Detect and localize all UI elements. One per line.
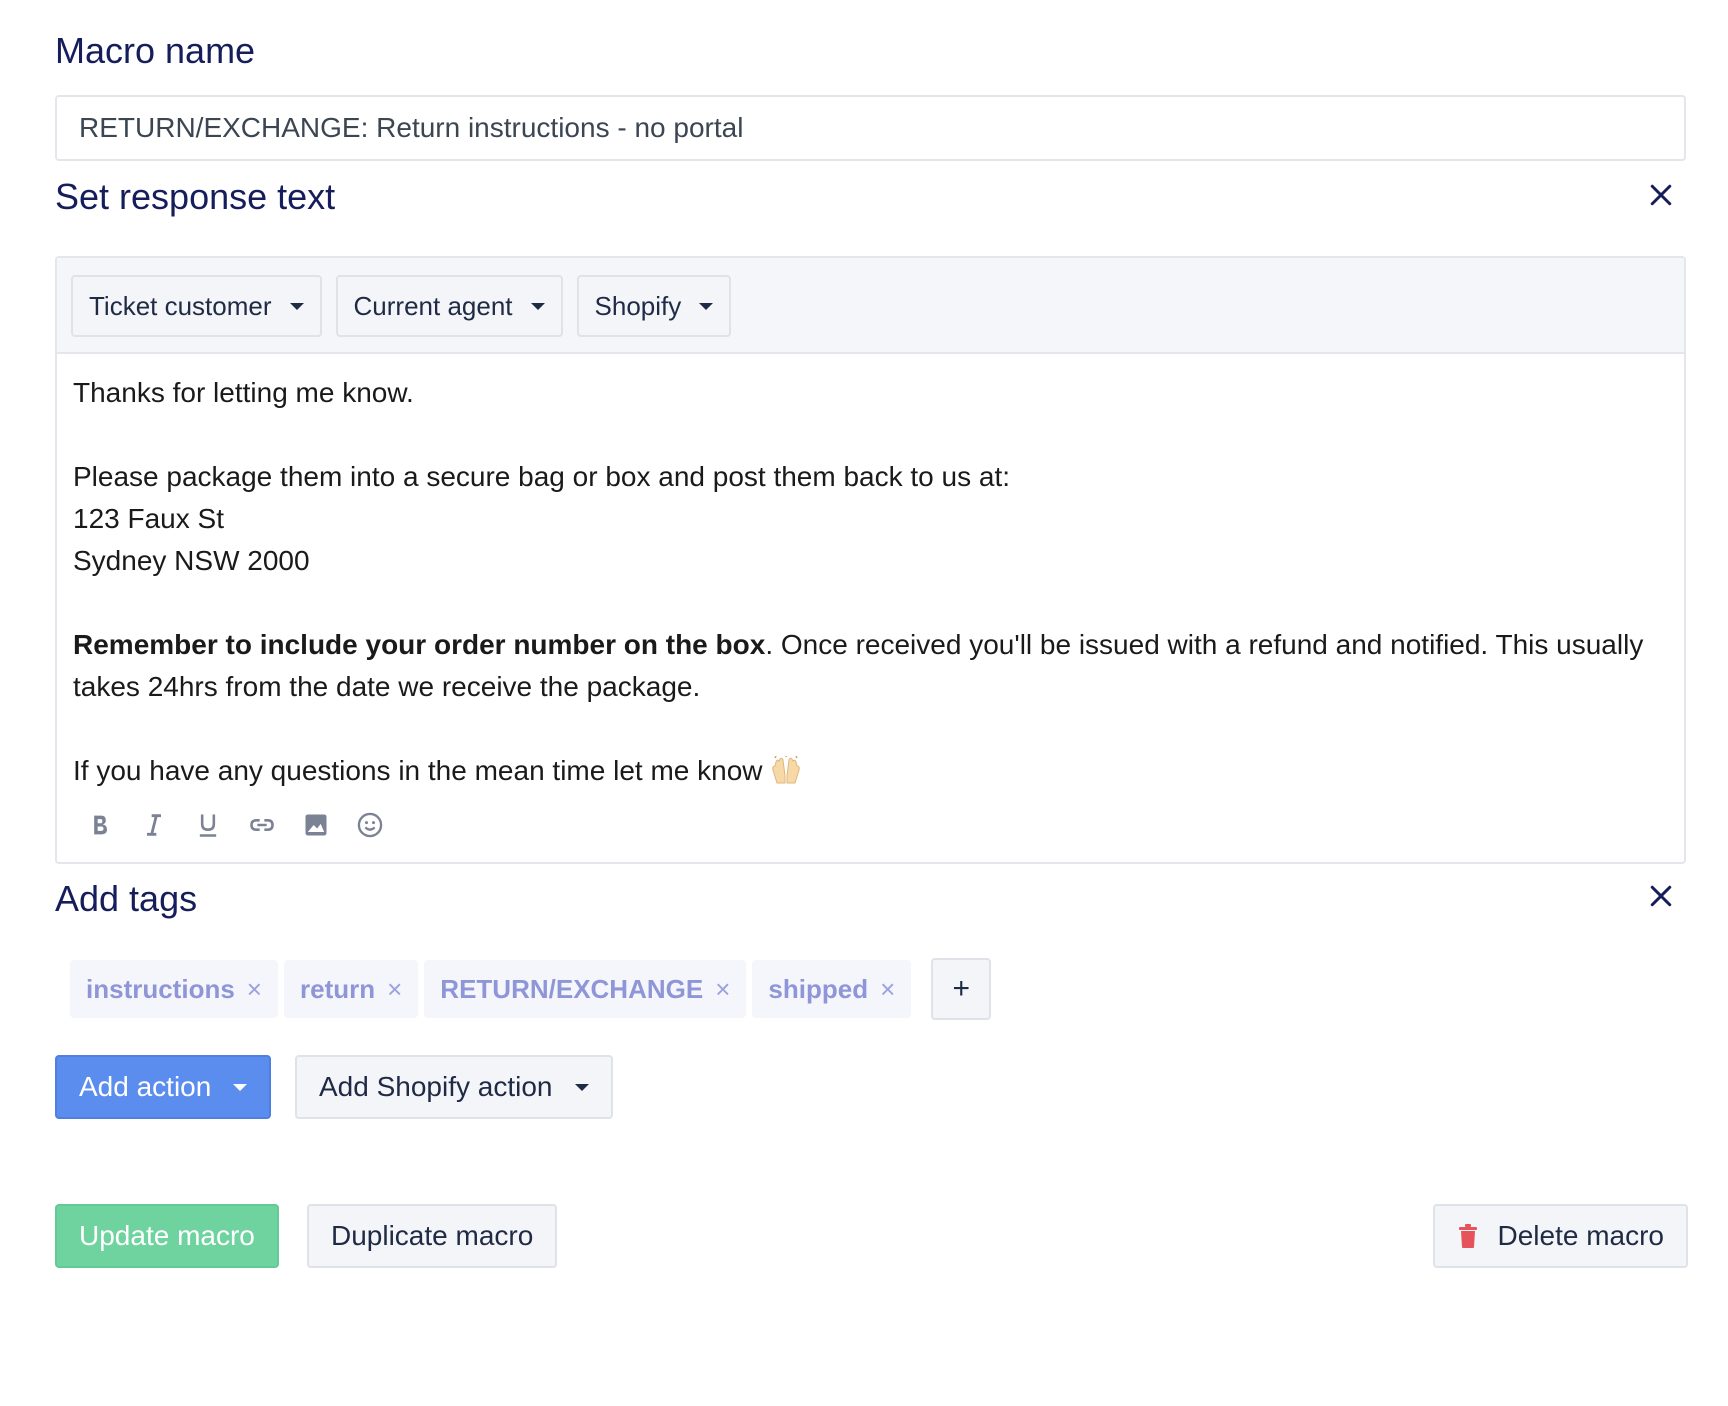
add-tags-label: Add tags bbox=[55, 878, 198, 919]
chevron-down-icon bbox=[289, 302, 304, 310]
shopify-label: Shopify bbox=[594, 290, 682, 321]
tag-list: instructions × return × RETURN/EXCHANGE … bbox=[70, 958, 992, 1020]
body-paragraph: Remember to include your order number on… bbox=[73, 624, 1668, 708]
italic-icon[interactable] bbox=[139, 810, 169, 840]
tag-chip: return × bbox=[283, 960, 419, 1018]
delete-macro-label: Delete macro bbox=[1497, 1220, 1664, 1251]
tag-label: RETURN/EXCHANGE bbox=[440, 973, 704, 1004]
tag-label: return bbox=[299, 973, 376, 1004]
add-tag-button[interactable]: + bbox=[931, 958, 992, 1020]
bold-icon[interactable] bbox=[85, 810, 115, 840]
macro-name-input[interactable] bbox=[55, 95, 1686, 161]
add-action-button[interactable]: Add action bbox=[55, 1055, 272, 1119]
current-agent-dropdown[interactable]: Current agent bbox=[335, 275, 563, 337]
tag-chip: RETURN/EXCHANGE × bbox=[424, 960, 747, 1018]
chevron-down-icon bbox=[574, 1083, 589, 1091]
chevron-down-icon bbox=[530, 302, 545, 310]
tag-chip: instructions × bbox=[70, 960, 278, 1018]
tag-label: instructions bbox=[86, 973, 235, 1004]
response-text-label: Set response text bbox=[55, 176, 336, 217]
body-line: Please package them into a secure bag or… bbox=[73, 461, 1011, 492]
tag-label: shipped bbox=[768, 973, 869, 1004]
body-line: 123 Faux St bbox=[73, 503, 224, 534]
macro-editor: Macro name Set response text Ticket cust… bbox=[0, 0, 1728, 1406]
close-response-icon[interactable] bbox=[1646, 180, 1676, 210]
remove-tag-icon[interactable]: × bbox=[247, 974, 262, 1005]
current-agent-label: Current agent bbox=[353, 290, 513, 321]
trash-icon bbox=[1459, 1224, 1478, 1248]
delete-macro-button[interactable]: Delete macro bbox=[1433, 1204, 1688, 1268]
body-line: Sydney NSW 2000 bbox=[73, 545, 310, 576]
format-toolbar bbox=[85, 810, 385, 840]
ticket-customer-dropdown[interactable]: Ticket customer bbox=[71, 275, 322, 337]
add-shopify-action-label: Add Shopify action bbox=[319, 1071, 553, 1102]
response-text-area[interactable]: Thanks for letting me know. Please packa… bbox=[57, 354, 1684, 792]
remove-tag-icon[interactable]: × bbox=[880, 974, 895, 1005]
add-shopify-action-button[interactable]: Add Shopify action bbox=[295, 1055, 613, 1119]
add-action-label: Add action bbox=[79, 1071, 212, 1102]
response-editor: Ticket customer Current agent Shopify Th… bbox=[55, 256, 1686, 864]
remove-tag-icon[interactable]: × bbox=[715, 974, 730, 1005]
macro-name-label: Macro name bbox=[55, 30, 256, 71]
close-tags-icon[interactable] bbox=[1646, 881, 1676, 911]
link-icon[interactable] bbox=[247, 810, 277, 840]
body-closing-line: If you have any questions in the mean ti… bbox=[73, 750, 1668, 792]
emoji-icon[interactable] bbox=[355, 810, 385, 840]
underline-icon[interactable] bbox=[193, 810, 223, 840]
shopify-dropdown[interactable]: Shopify bbox=[576, 275, 732, 337]
body-line: Thanks for letting me know. bbox=[73, 377, 414, 408]
update-macro-button[interactable]: Update macro bbox=[55, 1204, 279, 1268]
ticket-customer-label: Ticket customer bbox=[89, 290, 272, 321]
remove-tag-icon[interactable]: × bbox=[387, 974, 402, 1005]
duplicate-macro-button[interactable]: Duplicate macro bbox=[307, 1204, 558, 1268]
body-bold-text: Remember to include your order number on… bbox=[73, 629, 766, 660]
tag-chip: shipped × bbox=[752, 960, 912, 1018]
body-closing-text: If you have any questions in the mean ti… bbox=[73, 755, 763, 786]
image-icon[interactable] bbox=[301, 810, 331, 840]
raising-hands-emoji-icon bbox=[771, 756, 800, 784]
chevron-down-icon bbox=[699, 302, 714, 310]
chevron-down-icon bbox=[233, 1083, 248, 1091]
variable-toolbar: Ticket customer Current agent Shopify bbox=[57, 258, 1684, 354]
